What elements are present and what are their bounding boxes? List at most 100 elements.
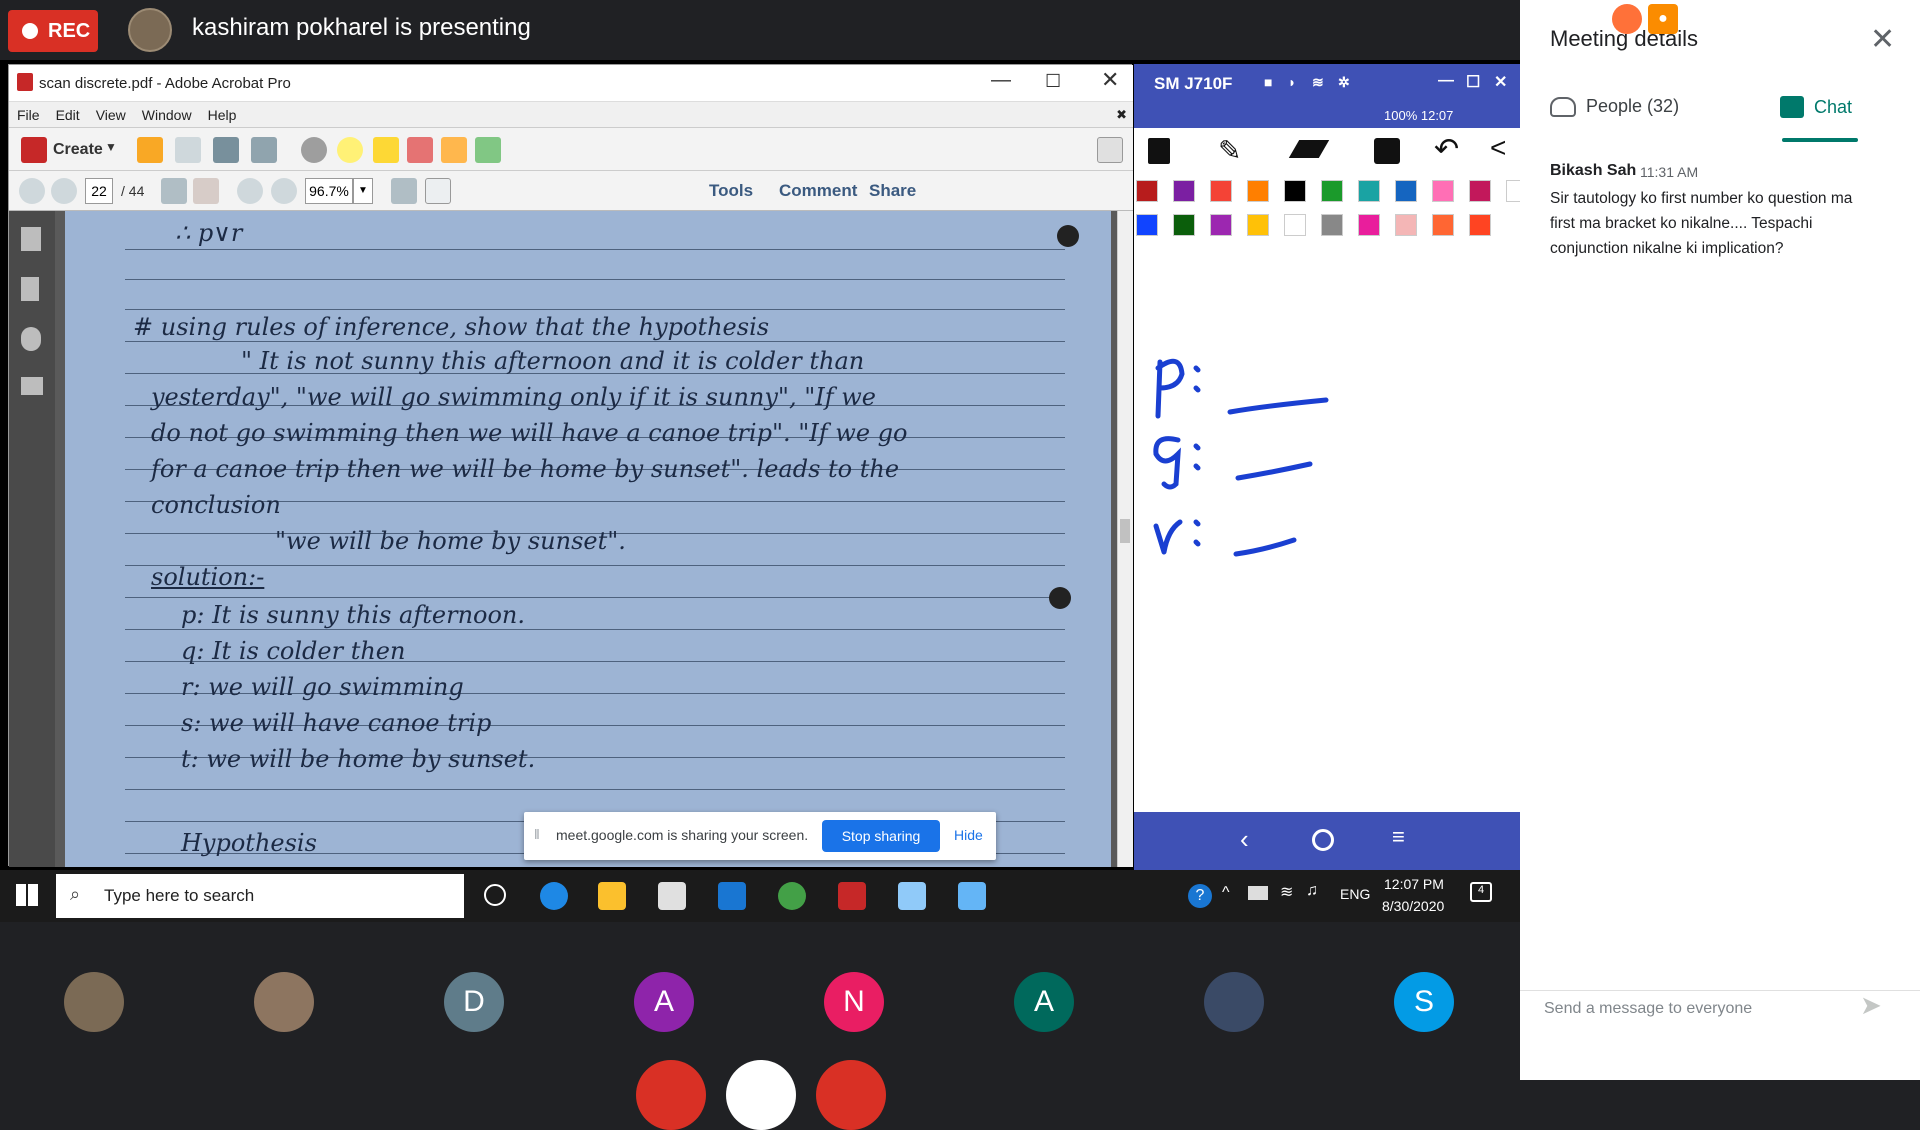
close-icon[interactable]: ✕ bbox=[1494, 72, 1507, 92]
print-icon[interactable] bbox=[213, 137, 239, 163]
scrollbar-thumb[interactable] bbox=[1120, 519, 1130, 543]
trash-icon[interactable] bbox=[1148, 138, 1170, 164]
comment-bubble-icon[interactable] bbox=[337, 137, 363, 163]
signature-icon[interactable] bbox=[21, 377, 43, 395]
participant-avatar[interactable]: A bbox=[1014, 972, 1074, 1032]
chevron-down-icon[interactable]: ▼ bbox=[105, 140, 117, 154]
color-swatch[interactable] bbox=[1136, 214, 1158, 236]
save-icon[interactable] bbox=[175, 137, 201, 163]
acrobat-icon[interactable] bbox=[838, 882, 866, 910]
tools-link[interactable]: Tools bbox=[709, 181, 753, 201]
prev-page-icon[interactable] bbox=[19, 178, 45, 204]
participant-avatar[interactable]: N bbox=[824, 972, 884, 1032]
taskbar-search-box[interactable]: ⌕ Type here to search bbox=[56, 874, 464, 918]
save-icon[interactable] bbox=[1374, 138, 1400, 164]
eraser-icon[interactable] bbox=[1288, 140, 1330, 158]
home-icon[interactable] bbox=[1312, 829, 1334, 851]
color-swatch[interactable] bbox=[1469, 180, 1491, 202]
color-swatch[interactable] bbox=[1358, 180, 1380, 202]
pages-icon[interactable] bbox=[21, 227, 41, 251]
color-swatch[interactable] bbox=[1469, 214, 1491, 236]
color-swatch[interactable] bbox=[1432, 180, 1454, 202]
gear-icon[interactable]: ✲ bbox=[1338, 74, 1350, 91]
battery-icon[interactable] bbox=[1248, 886, 1268, 900]
color-swatch[interactable] bbox=[1432, 214, 1454, 236]
menu-icon[interactable]: ≡ bbox=[1392, 824, 1405, 850]
mail-icon[interactable] bbox=[718, 882, 746, 910]
stop-sharing-button[interactable]: Stop sharing bbox=[822, 820, 940, 852]
color-swatch[interactable] bbox=[1395, 214, 1417, 236]
volume-icon[interactable]: ♫ bbox=[1306, 882, 1318, 900]
fit-width-icon[interactable] bbox=[425, 178, 451, 204]
participant-avatar[interactable] bbox=[64, 972, 124, 1032]
select-cursor-icon[interactable] bbox=[161, 178, 187, 204]
color-swatch[interactable] bbox=[1395, 180, 1417, 202]
camera-toggle-button[interactable] bbox=[816, 1060, 886, 1130]
participant-avatar[interactable] bbox=[254, 972, 314, 1032]
participant-avatar[interactable]: D bbox=[444, 972, 504, 1032]
color-swatch[interactable] bbox=[1136, 180, 1158, 202]
language-indicator[interactable]: ENG bbox=[1340, 886, 1370, 902]
minimize-icon[interactable]: — bbox=[991, 69, 1011, 92]
color-swatch[interactable] bbox=[1210, 180, 1232, 202]
share-icon[interactable]: < bbox=[1490, 132, 1506, 164]
minimize-icon[interactable]: — bbox=[1438, 72, 1454, 90]
close-window-icon[interactable]: ✕ bbox=[1101, 67, 1119, 93]
page-number-input[interactable]: 22 bbox=[85, 178, 113, 204]
chrome-icon[interactable] bbox=[778, 882, 806, 910]
color-swatch[interactable] bbox=[1321, 214, 1343, 236]
maximize-icon[interactable]: ☐ bbox=[1045, 71, 1061, 92]
back-icon[interactable]: ‹ bbox=[1240, 824, 1249, 855]
zoom-out-icon[interactable] bbox=[237, 178, 263, 204]
open-folder-icon[interactable] bbox=[137, 137, 163, 163]
export-icon[interactable] bbox=[441, 137, 467, 163]
color-swatch[interactable] bbox=[1173, 214, 1195, 236]
color-swatch[interactable] bbox=[1210, 214, 1232, 236]
drag-handle-icon[interactable]: ‖ bbox=[534, 826, 540, 842]
maximize-icon[interactable]: ☐ bbox=[1466, 72, 1480, 92]
chevron-up-icon[interactable]: ^ bbox=[1222, 884, 1230, 902]
participant-avatar[interactable]: S bbox=[1394, 972, 1454, 1032]
share-doc-icon[interactable] bbox=[475, 137, 501, 163]
close-panel-icon[interactable]: ✕ bbox=[1870, 22, 1895, 57]
notification-icon[interactable]: 4 bbox=[1470, 882, 1492, 902]
cortana-icon[interactable] bbox=[484, 884, 506, 906]
menu-view[interactable]: View bbox=[88, 102, 134, 127]
settings-gear-icon[interactable] bbox=[301, 137, 327, 163]
drawing-canvas[interactable] bbox=[1134, 284, 1520, 584]
fit-page-icon[interactable] bbox=[391, 178, 417, 204]
hangup-button[interactable] bbox=[726, 1060, 796, 1130]
file-explorer-icon[interactable] bbox=[598, 882, 626, 910]
color-swatch[interactable] bbox=[1506, 180, 1520, 202]
undo-icon[interactable]: ↶ bbox=[1434, 132, 1459, 167]
menu-window[interactable]: Window bbox=[134, 102, 200, 127]
menu-edit[interactable]: Edit bbox=[48, 102, 88, 127]
zoom-dropdown-icon[interactable]: ▼ bbox=[353, 178, 373, 204]
menu-file[interactable]: File bbox=[9, 102, 48, 127]
edge-icon[interactable] bbox=[540, 882, 568, 910]
pencil-icon[interactable]: ✎ bbox=[1218, 134, 1241, 167]
comment-link[interactable]: Comment bbox=[779, 181, 857, 201]
participant-avatar[interactable]: A bbox=[634, 972, 694, 1032]
send-icon[interactable]: ➤ bbox=[1860, 990, 1882, 1021]
next-page-icon[interactable] bbox=[51, 178, 77, 204]
network-icon[interactable]: ≋ bbox=[1280, 882, 1293, 902]
fullscreen-icon[interactable] bbox=[1097, 137, 1123, 163]
chat-message-input[interactable]: Send a message to everyone bbox=[1544, 1000, 1844, 1018]
clock-date[interactable]: 8/30/2020 bbox=[1382, 898, 1444, 914]
bookmark-icon[interactable] bbox=[21, 277, 39, 301]
zoom-in-icon[interactable] bbox=[271, 178, 297, 204]
clock-time[interactable]: 12:07 PM bbox=[1384, 876, 1444, 892]
color-swatch[interactable] bbox=[1284, 180, 1306, 202]
color-swatch[interactable] bbox=[1247, 214, 1269, 236]
color-swatch[interactable] bbox=[1321, 180, 1343, 202]
tab-chat[interactable]: Chat bbox=[1780, 96, 1852, 118]
close-doc-icon[interactable]: ✖ bbox=[1108, 102, 1133, 127]
menu-help[interactable]: Help bbox=[200, 102, 245, 127]
color-swatch[interactable] bbox=[1173, 180, 1195, 202]
email-icon[interactable] bbox=[251, 137, 277, 163]
color-swatch[interactable] bbox=[1284, 214, 1306, 236]
participant-avatar[interactable] bbox=[1204, 972, 1264, 1032]
app-window-icon[interactable] bbox=[898, 882, 926, 910]
help-icon[interactable]: ? bbox=[1188, 884, 1212, 908]
